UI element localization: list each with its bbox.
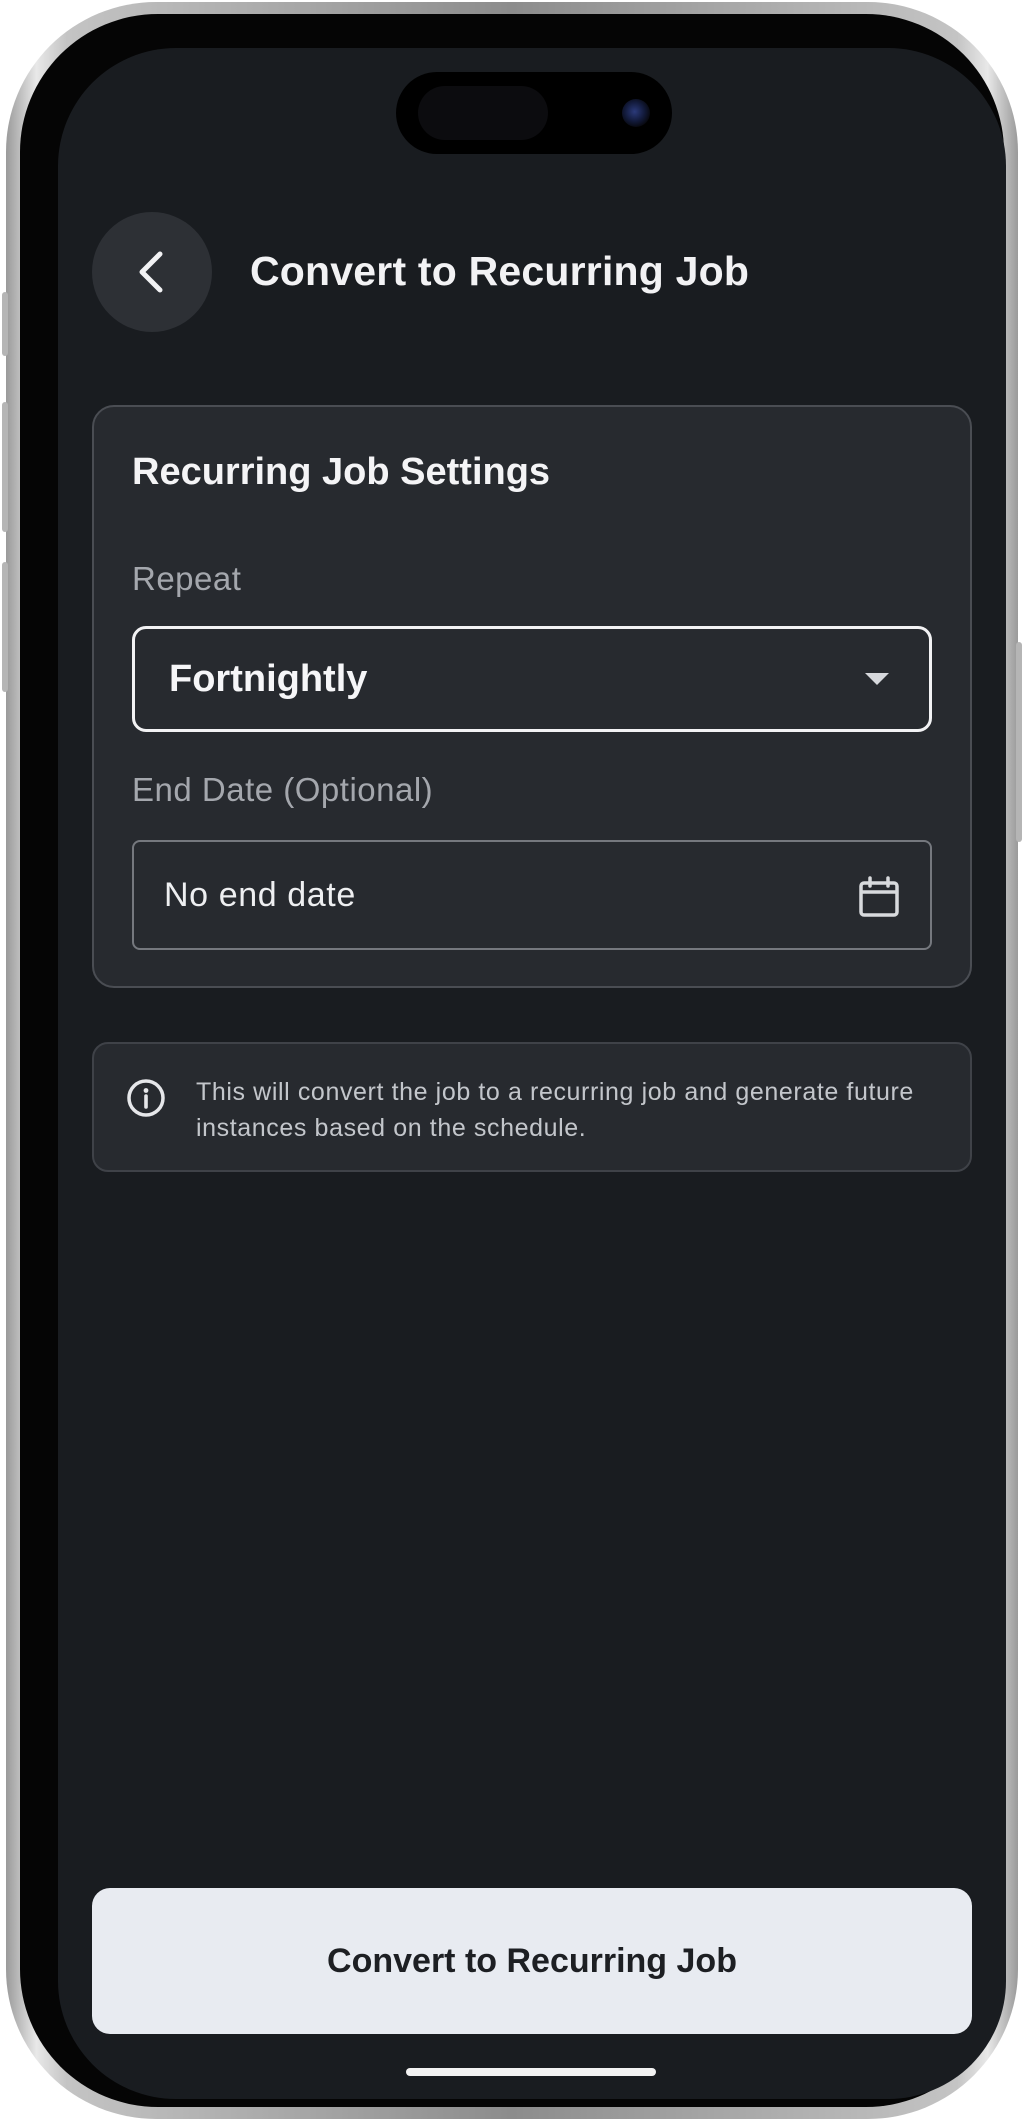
dropdown-arrow-icon [865,673,889,685]
recurring-settings-card: Recurring Job Settings Repeat Fortnightl… [92,405,972,988]
phone-frame: Convert to Recurring Job Recurring Job S… [2,2,1022,2119]
screen: Convert to Recurring Job Recurring Job S… [58,48,1006,2099]
phone-bezel: Convert to Recurring Job Recurring Job S… [20,14,1006,2107]
convert-to-recurring-button[interactable]: Convert to Recurring Job [92,1888,972,2034]
repeat-dropdown[interactable]: Fortnightly [132,626,932,732]
info-box: This will convert the job to a recurring… [92,1042,972,1172]
power-button [1016,642,1022,842]
action-button [2,292,8,356]
end-date-value: No end date [164,875,356,914]
card-title: Recurring Job Settings [132,451,551,493]
front-camera [622,99,650,127]
dynamic-island [396,72,672,154]
repeat-label: Repeat [132,560,242,597]
volume-up-button [2,402,8,532]
home-indicator[interactable] [406,2068,656,2076]
repeat-selected-value: Fortnightly [169,657,368,700]
island-sensor [418,86,548,140]
volume-down-button [2,562,8,692]
info-text: This will convert the job to a recurring… [196,1078,914,1142]
end-date-field[interactable]: No end date [132,840,932,950]
back-button[interactable] [92,212,212,332]
page-title: Convert to Recurring Job [250,248,750,294]
chevron-left-icon [139,251,163,293]
calendar-icon[interactable] [858,876,900,918]
end-date-label: End Date (Optional) [132,771,434,808]
info-icon [127,1079,165,1117]
